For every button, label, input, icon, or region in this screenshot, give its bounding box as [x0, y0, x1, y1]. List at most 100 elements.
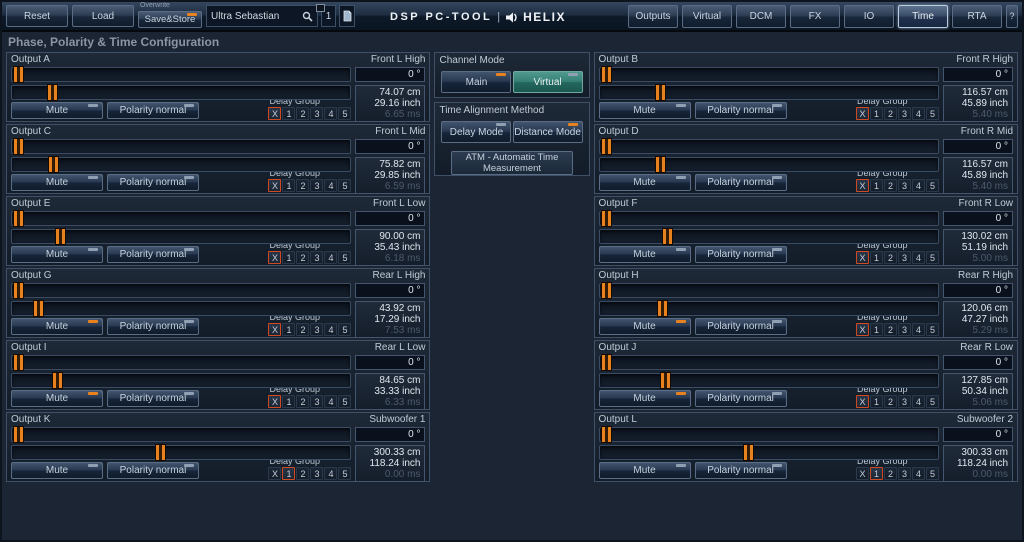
mute-button[interactable]: Mute: [11, 390, 103, 407]
distance-mode-button[interactable]: Distance Mode: [513, 121, 583, 143]
phase-slider-handle[interactable]: [13, 426, 24, 443]
distance-slider-handle[interactable]: [47, 84, 58, 101]
delay-group-option-4[interactable]: 4: [912, 395, 925, 408]
delay-group-option-3[interactable]: 3: [310, 323, 323, 336]
distance-slider-handle[interactable]: [52, 372, 63, 389]
delay-group-option-2[interactable]: 2: [884, 251, 897, 264]
phase-value[interactable]: 0 °: [355, 427, 425, 442]
delay-group-option-4[interactable]: 4: [912, 467, 925, 480]
atm-button[interactable]: ATM - Automatic Time Measurement: [451, 151, 573, 175]
delay-group-option-2[interactable]: 2: [296, 467, 309, 480]
phase-slider[interactable]: [11, 139, 351, 154]
mute-button[interactable]: Mute: [11, 462, 103, 479]
phase-value[interactable]: 0 °: [943, 139, 1013, 154]
nav-rta-button[interactable]: RTA: [952, 5, 1002, 28]
delay-group-option-4[interactable]: 4: [912, 107, 925, 120]
distance-slider-handle[interactable]: [155, 444, 166, 461]
distance-slider-handle[interactable]: [48, 156, 59, 173]
distance-slider[interactable]: [599, 157, 939, 172]
delay-group-option-x[interactable]: X: [856, 467, 869, 480]
virtual-mode-button[interactable]: Virtual: [513, 71, 583, 93]
phase-slider[interactable]: [11, 355, 351, 370]
distance-slider[interactable]: [599, 373, 939, 388]
delay-group-option-3[interactable]: 3: [898, 467, 911, 480]
phase-value[interactable]: 0 °: [943, 427, 1013, 442]
delay-group-option-x[interactable]: X: [268, 467, 281, 480]
delay-group-option-2[interactable]: 2: [884, 107, 897, 120]
delay-group-option-x[interactable]: X: [268, 323, 281, 336]
delay-group-option-x[interactable]: X: [856, 395, 869, 408]
phase-slider[interactable]: [11, 211, 351, 226]
delay-group-option-1[interactable]: 1: [870, 107, 883, 120]
phase-slider[interactable]: [599, 355, 939, 370]
distance-slider-handle[interactable]: [662, 228, 673, 245]
delay-group-option-5[interactable]: 5: [338, 395, 351, 408]
delay-group-option-3[interactable]: 3: [310, 251, 323, 264]
phase-slider-handle[interactable]: [601, 426, 612, 443]
mute-button[interactable]: Mute: [599, 390, 691, 407]
distance-slider-handle[interactable]: [55, 228, 66, 245]
distance-slider[interactable]: [599, 301, 939, 316]
delay-group-option-5[interactable]: 5: [338, 107, 351, 120]
delay-group-option-3[interactable]: 3: [310, 467, 323, 480]
nav-outputs-button[interactable]: Outputs: [628, 5, 678, 28]
save-store-button[interactable]: Save&Store: [138, 11, 202, 28]
phase-value[interactable]: 0 °: [943, 211, 1013, 226]
delay-group-option-4[interactable]: 4: [324, 251, 337, 264]
distance-slider-handle[interactable]: [657, 300, 668, 317]
delay-group-option-5[interactable]: 5: [926, 467, 939, 480]
polarity-button[interactable]: Polarity normal: [107, 462, 199, 479]
phase-value[interactable]: 0 °: [943, 355, 1013, 370]
polarity-button[interactable]: Polarity normal: [107, 102, 199, 119]
delay-group-option-1[interactable]: 1: [282, 467, 295, 480]
delay-group-option-5[interactable]: 5: [338, 251, 351, 264]
phase-slider-handle[interactable]: [13, 354, 24, 371]
phase-slider[interactable]: [599, 427, 939, 442]
distance-slider[interactable]: [599, 445, 939, 460]
delay-group-option-2[interactable]: 2: [296, 323, 309, 336]
delay-group-option-3[interactable]: 3: [310, 395, 323, 408]
delay-group-option-1[interactable]: 1: [282, 395, 295, 408]
mute-button[interactable]: Mute: [11, 318, 103, 335]
mute-button[interactable]: Mute: [599, 102, 691, 119]
delay-group-option-2[interactable]: 2: [296, 395, 309, 408]
distance-slider[interactable]: [11, 85, 351, 100]
delay-group-option-4[interactable]: 4: [324, 395, 337, 408]
mute-button[interactable]: Mute: [599, 462, 691, 479]
phase-value[interactable]: 0 °: [355, 283, 425, 298]
distance-slider[interactable]: [11, 229, 351, 244]
delay-group-option-2[interactable]: 2: [884, 395, 897, 408]
delay-group-option-1[interactable]: 1: [282, 179, 295, 192]
delay-group-option-3[interactable]: 3: [898, 179, 911, 192]
delay-group-option-2[interactable]: 2: [296, 179, 309, 192]
delay-group-option-x[interactable]: X: [856, 251, 869, 264]
mute-button[interactable]: Mute: [11, 174, 103, 191]
help-button[interactable]: ?: [1006, 5, 1018, 28]
phase-value[interactable]: 0 °: [943, 67, 1013, 82]
nav-fx-button[interactable]: FX: [790, 5, 840, 28]
phase-slider[interactable]: [599, 139, 939, 154]
setup-name-field[interactable]: Ultra Sebastian: [206, 5, 318, 27]
mute-button[interactable]: Mute: [11, 246, 103, 263]
delay-group-option-2[interactable]: 2: [296, 251, 309, 264]
polarity-button[interactable]: Polarity normal: [107, 390, 199, 407]
distance-slider[interactable]: [11, 445, 351, 460]
delay-group-option-5[interactable]: 5: [926, 323, 939, 336]
polarity-button[interactable]: Polarity normal: [107, 174, 199, 191]
phase-value[interactable]: 0 °: [355, 67, 425, 82]
nav-virtual-button[interactable]: Virtual: [682, 5, 732, 28]
phase-value[interactable]: 0 °: [355, 211, 425, 226]
delay-group-option-x[interactable]: X: [268, 107, 281, 120]
delay-group-option-2[interactable]: 2: [884, 323, 897, 336]
load-button[interactable]: Load: [72, 5, 134, 27]
delay-group-option-x[interactable]: X: [268, 395, 281, 408]
delay-group-option-2[interactable]: 2: [884, 467, 897, 480]
delay-group-option-2[interactable]: 2: [296, 107, 309, 120]
delay-group-option-3[interactable]: 3: [898, 395, 911, 408]
polarity-button[interactable]: Polarity normal: [695, 318, 787, 335]
delay-group-option-4[interactable]: 4: [912, 179, 925, 192]
delay-group-option-1[interactable]: 1: [282, 107, 295, 120]
delay-group-option-1[interactable]: 1: [870, 251, 883, 264]
distance-slider-handle[interactable]: [655, 84, 666, 101]
distance-slider[interactable]: [11, 301, 351, 316]
